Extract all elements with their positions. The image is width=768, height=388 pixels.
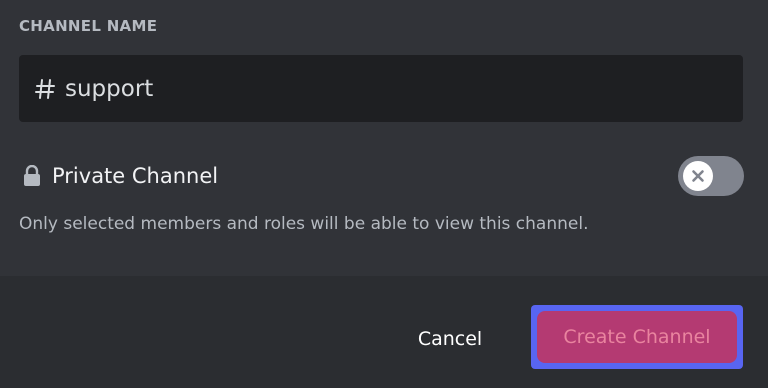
channel-name-field[interactable] (19, 55, 743, 122)
channel-name-input[interactable] (65, 55, 743, 122)
close-icon (692, 170, 704, 182)
private-channel-description: Only selected members and roles will be … (19, 214, 589, 234)
create-channel-focus-ring: Create Channel (531, 305, 743, 369)
private-channel-label: Private Channel (52, 164, 219, 188)
private-channel-row: Private Channel (22, 154, 744, 198)
channel-name-label: CHANNEL NAME (19, 17, 158, 35)
lock-icon (24, 165, 40, 186)
toggle-knob (683, 161, 713, 191)
hash-icon (35, 78, 55, 99)
cancel-button[interactable]: Cancel (396, 318, 504, 360)
private-channel-toggle[interactable] (678, 156, 744, 196)
create-channel-button[interactable]: Create Channel (537, 311, 737, 363)
create-channel-modal-body: CHANNEL NAME Private Channel (0, 0, 768, 276)
